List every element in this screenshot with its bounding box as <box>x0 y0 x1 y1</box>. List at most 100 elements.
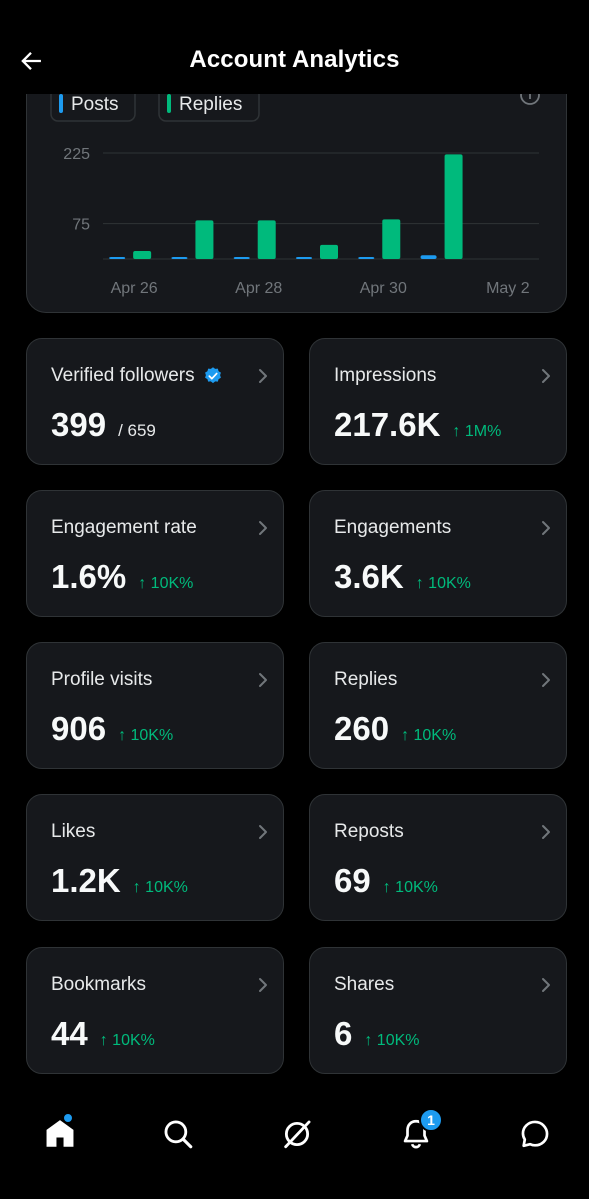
stat-change: ↑ 10K% <box>415 575 471 592</box>
stat-card-bookmarks[interactable]: Bookmarks 44 ↑ 10K% <box>26 947 284 1074</box>
legend-label-replies: Replies <box>179 94 242 115</box>
stat-value: 260 <box>334 710 390 747</box>
header: Account Analytics <box>0 0 589 94</box>
stat-value-row: 906 ↑ 10K% <box>51 710 173 748</box>
stat-label-wrap: Likes <box>51 821 95 843</box>
stat-value: 1.2K <box>51 862 121 899</box>
bar-posts <box>109 257 126 259</box>
stat-value-row: 6 ↑ 10K% <box>334 1015 420 1053</box>
chevron-right-icon <box>542 825 550 839</box>
bar-replies <box>257 220 276 259</box>
home-icon <box>46 1120 74 1147</box>
bar-replies <box>320 244 338 259</box>
stat-label-wrap: Verified followers <box>51 365 223 387</box>
verified-badge-icon <box>204 367 221 384</box>
bottom-nav: 1 <box>0 1090 589 1199</box>
x-tick-label: Apr 26 <box>111 280 158 297</box>
bar-replies <box>133 250 152 259</box>
bar-posts <box>420 255 437 259</box>
x-tick-label: Apr 28 <box>235 280 282 297</box>
page-title: Account Analytics <box>189 46 400 73</box>
stat-label: Bookmarks <box>51 974 147 995</box>
stat-change: ↑ 10K% <box>364 1032 420 1049</box>
stat-card-reposts[interactable]: Reposts 69 ↑ 10K% <box>309 794 567 921</box>
messages-icon <box>521 1120 549 1148</box>
stat-label-wrap: Impressions <box>334 365 436 387</box>
stat-label: Engagement rate <box>51 517 197 538</box>
stat-change: ↑ 10K% <box>99 1032 155 1049</box>
stat-label-wrap: Engagement rate <box>51 517 197 539</box>
chevron-right-icon <box>259 369 267 383</box>
stat-card-profile-visits[interactable]: Profile visits 906 ↑ 10K% <box>26 642 284 769</box>
stat-value: 399 <box>51 406 107 443</box>
bar-replies <box>382 219 401 259</box>
stat-card-impressions[interactable]: Impressions 217.6K ↑ 1M% <box>309 338 567 465</box>
stat-label: Verified followers <box>51 365 195 386</box>
bar-posts <box>358 257 375 259</box>
bar-posts <box>296 257 312 259</box>
stat-value: 217.6K <box>334 406 441 443</box>
stat-label: Engagements <box>334 517 452 538</box>
stat-card-engagements[interactable]: Engagements 3.6K ↑ 10K% <box>309 490 567 617</box>
legend-label-posts: Posts <box>71 94 119 115</box>
chevron-right-icon <box>259 521 267 535</box>
stat-value-row: 260 ↑ 10K% <box>334 710 456 748</box>
nav-notifications[interactable]: 1 <box>394 1108 443 1156</box>
chevron-right-icon <box>259 978 267 992</box>
stat-label-wrap: Replies <box>334 669 397 691</box>
chevron-right-icon <box>542 369 550 383</box>
bar-replies <box>444 154 463 259</box>
stat-label-wrap: Engagements <box>334 517 451 539</box>
nav-messages[interactable] <box>513 1112 557 1156</box>
activity-chart: Posts Replies 75 225 Apr 26 Apr 28 Apr 30 May 2 <box>50 84 540 297</box>
stat-label: Shares <box>334 974 395 995</box>
home-unread-dot <box>63 1113 73 1123</box>
chevron-right-icon <box>542 673 550 687</box>
chevron-right-icon <box>259 825 267 839</box>
stat-value-row: 3.6K ↑ 10K% <box>334 558 471 596</box>
stat-change: ↑ 10K% <box>382 879 438 896</box>
bar-posts <box>233 257 250 259</box>
stat-label-wrap: Profile visits <box>51 669 152 691</box>
chevron-right-icon <box>542 978 550 992</box>
stat-card-likes[interactable]: Likes 1.2K ↑ 10K% <box>26 794 284 921</box>
stat-value-row: 69 ↑ 10K% <box>334 862 438 900</box>
stat-card-replies[interactable]: Replies 260 ↑ 10K% <box>309 642 567 769</box>
stat-card-engagement-rate[interactable]: Engagement rate 1.6% ↑ 10K% <box>26 490 284 617</box>
stat-value-row: 1.6% ↑ 10K% <box>51 558 193 596</box>
stat-label: Impressions <box>334 365 437 386</box>
stat-label-wrap: Shares <box>334 974 394 996</box>
legend-swatch-replies <box>167 94 171 113</box>
stat-value: 6 <box>334 1015 353 1052</box>
stat-value: 906 <box>51 710 107 747</box>
nav-home[interactable] <box>38 1112 82 1156</box>
stat-card-shares[interactable]: Shares 6 ↑ 10K% <box>309 947 567 1074</box>
bar-replies <box>195 220 214 259</box>
nav-search[interactable] <box>156 1112 200 1156</box>
stat-value-row: 44 ↑ 10K% <box>51 1015 155 1053</box>
stat-label-wrap: Reposts <box>334 821 404 843</box>
stat-change: ↑ 10K% <box>118 727 174 744</box>
stat-label: Replies <box>334 669 398 690</box>
stat-change: ↑ 10K% <box>132 879 188 896</box>
stat-total: / 659 <box>118 421 156 440</box>
grok-icon <box>284 1120 311 1149</box>
chevron-right-icon <box>542 521 550 535</box>
stat-value: 44 <box>51 1015 88 1052</box>
legend-swatch-posts <box>59 94 63 113</box>
bar-posts <box>171 257 188 259</box>
nav-grok[interactable] <box>275 1112 319 1156</box>
stat-value-row: 1.2K ↑ 10K% <box>51 862 188 900</box>
stat-change: ↑ 10K% <box>401 727 457 744</box>
stat-value: 69 <box>334 862 371 899</box>
chevron-right-icon <box>259 673 267 687</box>
stat-card-verified-followers[interactable]: Verified followers 399 / 659 <box>26 338 284 465</box>
x-tick-label: May 2 <box>486 280 530 297</box>
stat-label-wrap: Bookmarks <box>51 974 146 996</box>
stat-value-row: 399 / 659 <box>51 406 156 444</box>
stat-label: Reposts <box>334 821 404 842</box>
stat-change: ↑ 10K% <box>138 575 194 592</box>
stat-value-row: 217.6K ↑ 1M% <box>334 406 501 444</box>
x-tick-label: Apr 30 <box>360 280 407 297</box>
y-tick-label: 225 <box>63 146 90 163</box>
